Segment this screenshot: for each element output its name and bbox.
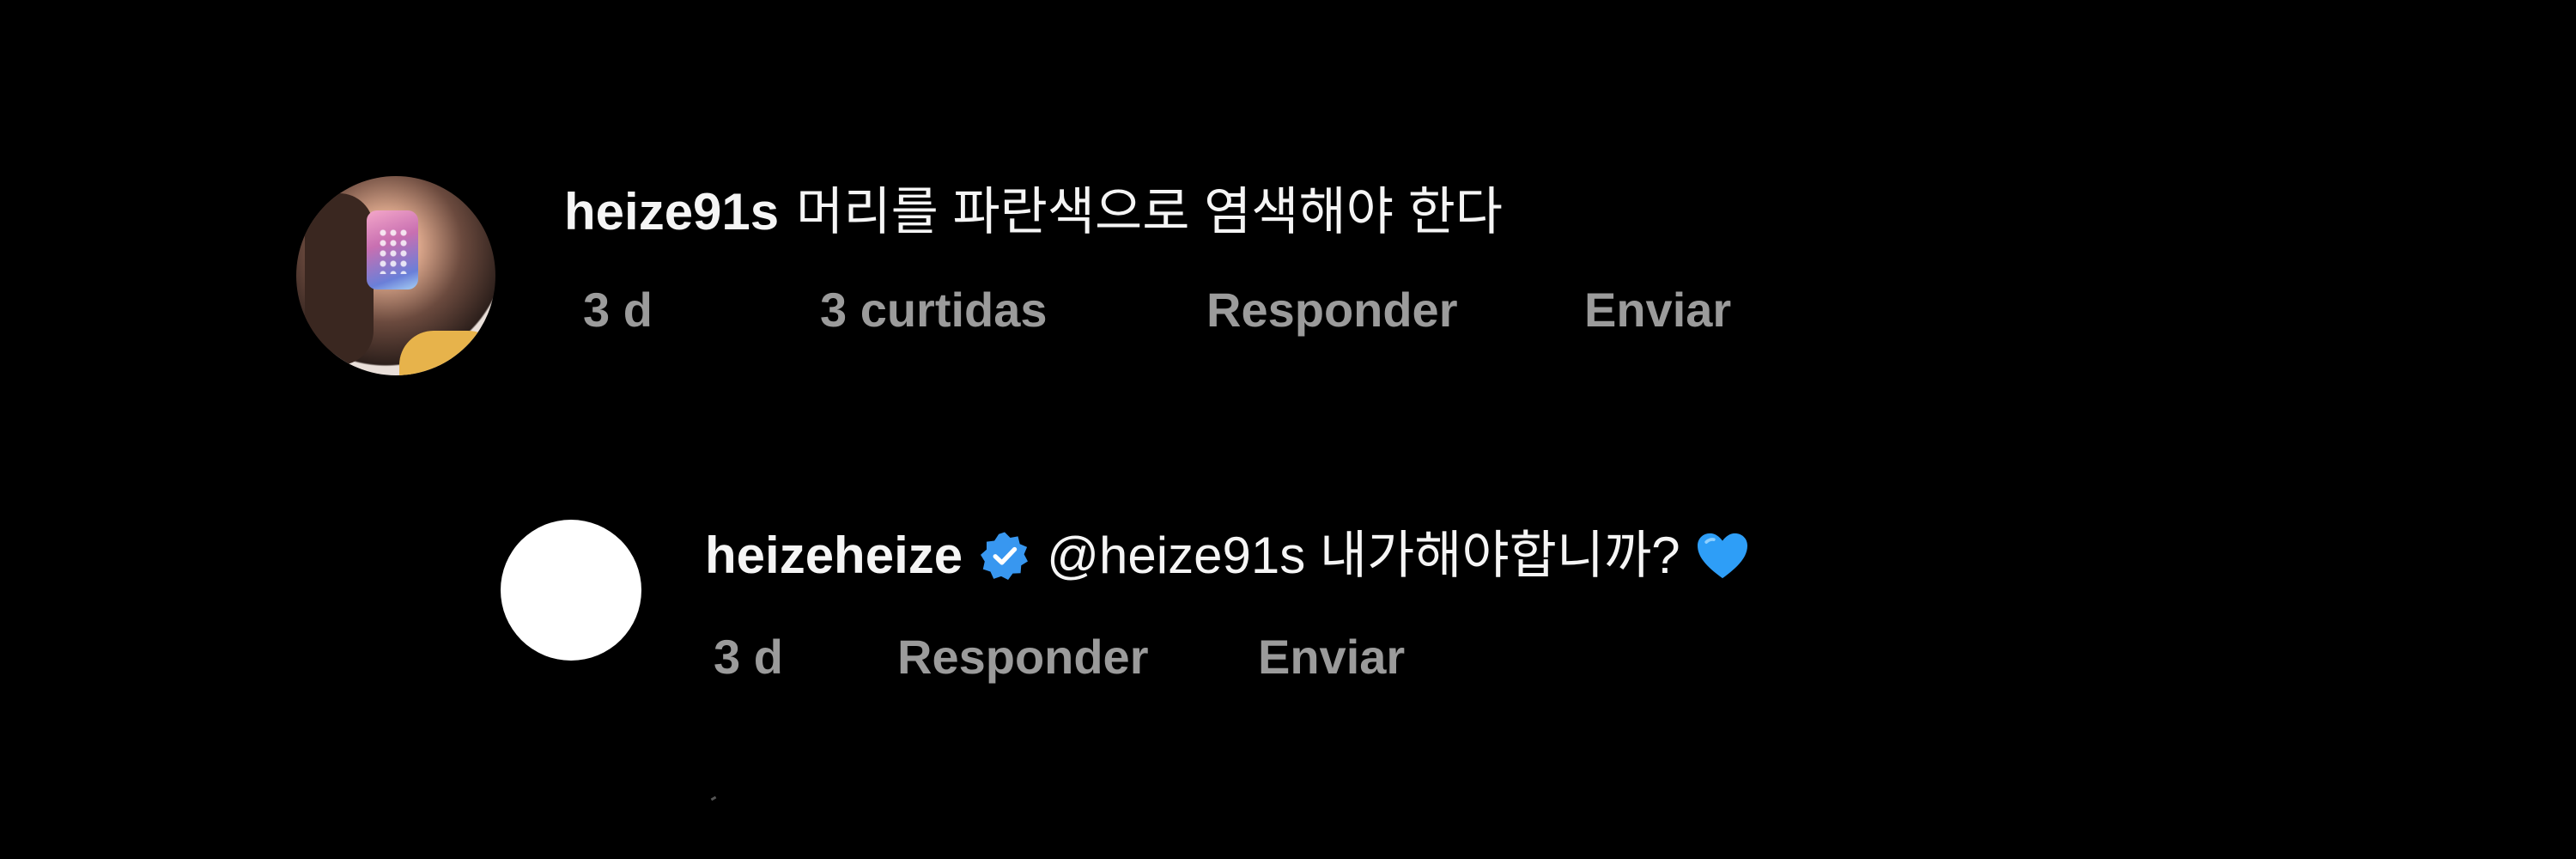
comment-time: 3 d — [714, 630, 783, 684]
comment-meta: 3 d Responder Enviar — [714, 629, 1751, 685]
comment-item: heize91s 머리를 파란색으로 염색해야 한다 3 d 3 curtida… — [296, 176, 1731, 375]
comment-likes-link[interactable]: 3 curtidas — [820, 282, 1206, 338]
comment-username[interactable]: heize91s — [564, 179, 779, 246]
comment-text: @heize91s 내가해야합니까? — [1047, 527, 1680, 584]
image-artifact — [710, 795, 717, 801]
send-button[interactable]: Enviar — [1258, 629, 1405, 685]
reply-comment-item: heizeheize @heize91s 내가해야합니까? 3 d Respon… — [501, 520, 1751, 685]
avatar[interactable] — [296, 176, 495, 375]
comment-line: heize91s 머리를 파란색으로 염색해야 한다 — [564, 179, 1731, 246]
comment-username[interactable]: heizeheize — [705, 522, 963, 589]
avatar-phone-pattern — [378, 228, 407, 274]
comment-body: heizeheize @heize91s 내가해야합니까? 3 d Respon… — [705, 522, 1751, 685]
avatar-hair — [305, 193, 374, 365]
comment-body: heize91s 머리를 파란색으로 염색해야 한다 3 d 3 curtida… — [564, 179, 1731, 338]
send-button[interactable]: Enviar — [1584, 282, 1731, 338]
comment-meta: 3 d 3 curtidas Responder Enviar — [583, 282, 1731, 338]
avatar[interactable] — [501, 520, 641, 661]
blue-heart-icon — [1694, 531, 1751, 581]
avatar-shirt — [399, 331, 495, 375]
comment-text: 머리를 파란색으로 염색해야 한다 — [796, 183, 1503, 241]
comment-time: 3 d — [583, 283, 653, 337]
comment-line: heizeheize @heize91s 내가해야합니까? — [705, 522, 1751, 589]
reply-button[interactable]: Responder — [897, 629, 1258, 685]
verified-badge-icon — [980, 531, 1030, 581]
reply-button[interactable]: Responder — [1206, 282, 1584, 338]
